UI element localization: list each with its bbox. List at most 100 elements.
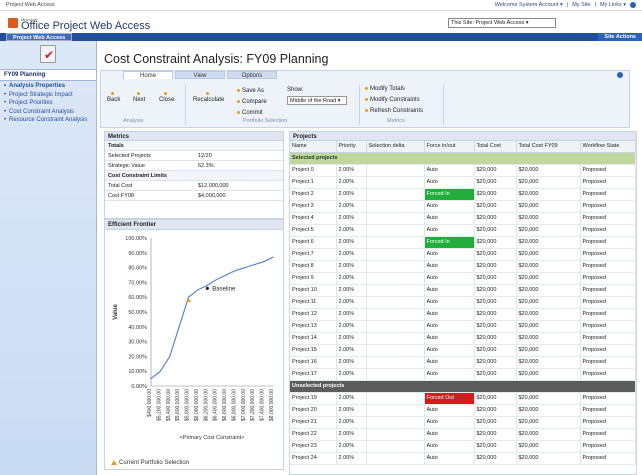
table-cell[interactable]: Auto [424, 284, 475, 297]
help-icon[interactable] [630, 2, 636, 8]
frontier-point [206, 284, 208, 286]
table-cell[interactable]: Auto [424, 332, 475, 345]
table-row[interactable]: Project 3 2.00% Auto $20,000 $20,000 Proposed [290, 200, 636, 213]
table-cell[interactable]: Auto [424, 308, 475, 321]
table-row[interactable]: Project 0 2.00% Auto $20,000 $20,000 Proposed [290, 164, 636, 177]
table-cell [366, 320, 425, 333]
col-total-cost-fy09[interactable]: Total Cost FY09 [516, 141, 581, 153]
table-row[interactable]: Project 14 2.00% Auto $20,000 $20,000 Propose… [290, 332, 636, 345]
table-cell[interactable]: Auto [424, 272, 475, 285]
table-cell: $20,000 [474, 272, 517, 285]
table-row[interactable]: Project 13 2.00% Auto $20,000 $20,000 Propose… [290, 320, 636, 333]
tab-options[interactable]: Options [227, 71, 277, 79]
col-workflow-state[interactable]: Workflow State [580, 141, 636, 153]
site-actions-menu[interactable]: Site Actions [598, 33, 642, 41]
col-total-cost[interactable]: Total Cost [474, 141, 517, 153]
table-cell[interactable]: Auto [424, 164, 475, 177]
table-cell[interactable]: Auto [424, 368, 475, 381]
modify-constraints-button[interactable]: Modify Constraints [365, 97, 420, 103]
recalculate-button[interactable]: Recalculate [193, 91, 224, 103]
table-cell [366, 164, 425, 177]
table-cell: 2.00% [336, 440, 367, 453]
table-cell[interactable]: Auto [424, 452, 475, 465]
table-cell: Proposed [580, 188, 636, 201]
table-cell[interactable]: Auto [424, 440, 475, 453]
col-name[interactable]: Name [290, 141, 337, 153]
metrics-title: Metrics [105, 132, 283, 141]
table-row[interactable]: Project 15 2.00% Auto $20,000 $20,000 Propose… [290, 344, 636, 357]
table-row[interactable]: Project 20 2.00% Auto $20,000 $20,000 Propose… [290, 404, 636, 417]
table-cell[interactable]: Auto [424, 176, 475, 189]
table-row[interactable]: Project 5 2.00% Auto $20,000 $20,000 Proposed [290, 224, 636, 237]
table-row[interactable]: Project 4 2.00% Auto $20,000 $20,000 Proposed [290, 212, 636, 225]
y-tick-label: 90.00% [128, 251, 147, 257]
table-cell[interactable]: Auto [424, 248, 475, 261]
ribbon-help-icon[interactable] [617, 72, 623, 78]
table-row[interactable]: Project 22 2.00% Auto $20,000 $20,000 Propose… [290, 428, 636, 441]
table-cell: Proposed [580, 212, 636, 225]
table-cell[interactable]: Auto [424, 344, 475, 357]
table-row[interactable]: Project 7 2.00% Auto $20,000 $20,000 Proposed [290, 248, 636, 261]
table-row[interactable]: Project 16 2.00% Auto $20,000 $20,000 Propose… [290, 356, 636, 369]
table-cell[interactable]: Auto [424, 416, 475, 429]
table-cell[interactable]: Forced Out [424, 392, 475, 405]
table-cell[interactable]: Forced In [424, 188, 475, 201]
table-row[interactable]: Project 23 2.00% Auto $20,000 $20,000 Propose… [290, 440, 636, 453]
show-select[interactable]: Middle of the Road ▾ [287, 96, 347, 105]
table-group-row[interactable]: Unselected projects [290, 380, 636, 393]
table-cell: Proposed [580, 368, 636, 381]
table-cell[interactable]: Auto [424, 428, 475, 441]
col-priority[interactable]: Priority [336, 141, 367, 153]
table-cell: $20,000 [516, 308, 581, 321]
table-row[interactable]: Project 8 2.00% Auto $20,000 $20,000 Proposed [290, 260, 636, 273]
x-tick-label: $5,600,000.00 [175, 389, 181, 421]
table-row[interactable]: Project 10 2.00% Auto $20,000 $20,000 Propose… [290, 284, 636, 297]
table-row[interactable]: Project 19 2.00% Forced Out $20,000 $20,000 P… [290, 392, 636, 405]
table-row[interactable]: Project 24 2.00% Auto $20,000 $20,000 Propose… [290, 452, 636, 465]
nav-item-resource-constraint[interactable]: Resource Constraint Analysis [4, 117, 92, 124]
next-button[interactable]: Next [133, 91, 145, 103]
table-row[interactable]: Project 2 2.00% Forced In $20,000 $20,000 Pro… [290, 188, 636, 201]
table-cell[interactable]: Auto [424, 224, 475, 237]
modify-totals-button[interactable]: Modify Totals [365, 86, 405, 92]
table-row[interactable]: Project 21 2.00% Auto $20,000 $20,000 Propose… [290, 416, 636, 429]
table-cell[interactable]: Auto [424, 212, 475, 225]
tab-view[interactable]: View [175, 71, 225, 79]
tab-home[interactable]: Home [123, 71, 173, 79]
nav-item-analysis-properties[interactable]: Analysis Properties [4, 83, 92, 90]
site-scope-select[interactable]: This Site: Project Web Access ▾ [448, 18, 556, 28]
nav-item-cost-constraint[interactable]: Cost Constraint Analysis [4, 109, 92, 116]
table-row[interactable]: Project 9 2.00% Auto $20,000 $20,000 Proposed [290, 272, 636, 285]
table-cell[interactable]: Auto [424, 296, 475, 309]
table-row[interactable]: Project 6 2.00% Forced In $20,000 $20,000 Pro… [290, 236, 636, 249]
table-row[interactable]: Project 17 2.00% Auto $20,000 $20,000 Propose… [290, 368, 636, 381]
table-row[interactable]: Project 1 2.00% Auto $20,000 $20,000 Proposed [290, 176, 636, 189]
close-button[interactable]: Close [159, 91, 174, 103]
table-cell[interactable]: Auto [424, 320, 475, 333]
back-button[interactable]: Back [107, 91, 120, 103]
pwa-tab[interactable]: Project Web Access [6, 33, 73, 41]
nav-item-project-priorities[interactable]: Project Priorities [4, 100, 92, 107]
nav-section-title[interactable]: FY09 Planning [0, 69, 96, 81]
table-cell[interactable]: Auto [424, 200, 475, 213]
nav-item-strategic-impact[interactable]: Project Strategic Impact [4, 92, 92, 99]
table-row[interactable]: Project 11 2.00% Auto $20,000 $20,000 Propose… [290, 296, 636, 309]
frontier-title: Efficient Frontier [105, 220, 283, 230]
table-group-row[interactable]: Selected projects [290, 152, 636, 165]
my-site-link[interactable]: My Site [572, 2, 590, 8]
commit-button[interactable]: Commit [237, 110, 263, 116]
my-links-menu[interactable]: My Links ▾ [600, 2, 626, 8]
col-force[interactable]: Force in/out [424, 141, 475, 153]
welcome-menu[interactable]: Welcome System Account ▾ [495, 2, 563, 8]
table-row[interactable]: Project 12 2.00% Auto $20,000 $20,000 Propose… [290, 308, 636, 321]
col-selection-delta[interactable]: Selection delta [366, 141, 425, 153]
table-cell: 2.00% [336, 392, 367, 405]
table-cell: Proposed [580, 284, 636, 297]
refresh-constraints-button[interactable]: Refresh Constraints [365, 108, 423, 114]
compare-button[interactable]: Compare [237, 99, 267, 105]
save-as-button[interactable]: Save As [237, 88, 264, 94]
table-cell[interactable]: Auto [424, 404, 475, 417]
table-cell[interactable]: Auto [424, 356, 475, 369]
table-cell[interactable]: Auto [424, 260, 475, 273]
table-cell[interactable]: Forced In [424, 236, 475, 249]
